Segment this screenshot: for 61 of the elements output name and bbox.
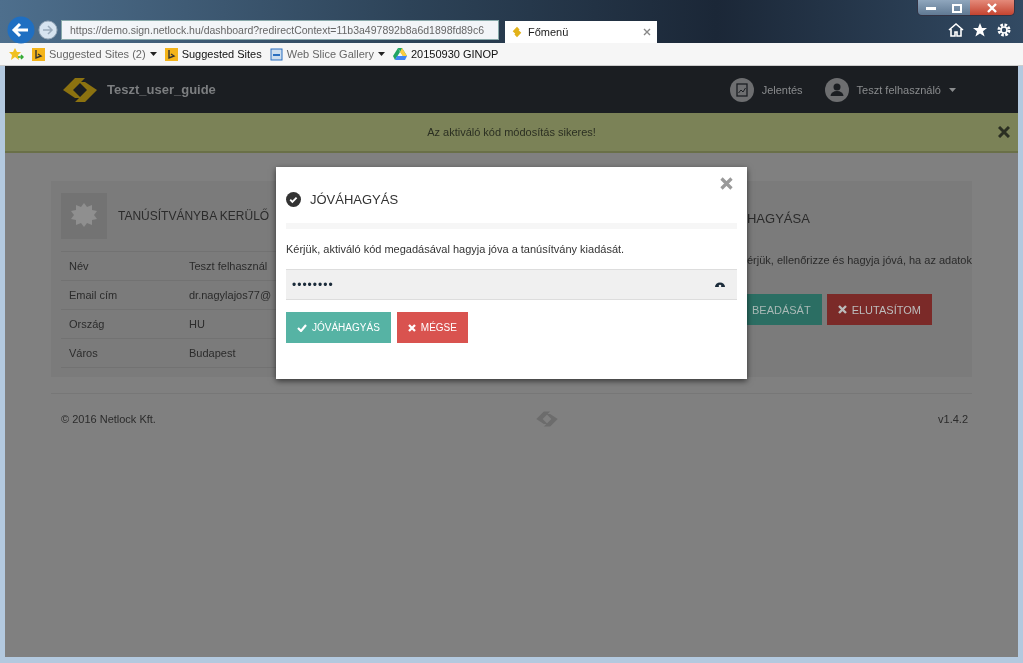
close-icon xyxy=(837,305,847,314)
close-icon xyxy=(407,323,416,332)
back-button[interactable] xyxy=(7,15,35,44)
dialog-button[interactable]: MÉGSE xyxy=(396,312,468,343)
card-title: TANÚSÍTVÁNYBA KERÜLŐ xyxy=(118,209,270,223)
minimize-button[interactable] xyxy=(918,0,944,15)
close-button[interactable] xyxy=(970,0,1014,15)
brand-name[interactable]: Teszt_user_guide xyxy=(107,82,216,97)
bing-icon xyxy=(32,47,45,61)
close-icon[interactable] xyxy=(998,126,1010,138)
chart-icon xyxy=(729,77,754,102)
field-label: Ország xyxy=(69,318,106,330)
minimize-icon xyxy=(926,6,936,10)
favorites-item[interactable]: Suggested Sites (2) xyxy=(32,47,157,61)
check-icon xyxy=(297,323,307,332)
check-circle-icon xyxy=(286,192,301,207)
browser-tab[interactable]: Főmenü xyxy=(505,21,657,43)
seal-icon xyxy=(61,193,107,239)
settings-icon[interactable] xyxy=(996,21,1012,38)
field-label: Név xyxy=(69,260,90,272)
alert-message: Az aktiváló kód módosítás sikeres! xyxy=(427,126,596,138)
user-menu[interactable]: Teszt felhasználó xyxy=(824,77,956,102)
home-icon[interactable] xyxy=(948,21,964,38)
action-button[interactable]: ELUTASÍTOM xyxy=(826,294,932,325)
address-bar[interactable]: https://demo.sign.netlock.hu/dashboard?redirectContext=11b3a497892b8a6d1898fd89c6 xyxy=(61,19,499,40)
action-button[interactable]: BEADÁSÁT xyxy=(746,294,822,325)
favorites-item[interactable]: Web Slice Gallery xyxy=(269,47,385,61)
favorites-star-icon[interactable] xyxy=(8,47,24,61)
favorites-item[interactable]: 20150930 GINOP xyxy=(392,48,499,60)
maximize-icon xyxy=(952,3,962,13)
card-title: HAGYÁSA xyxy=(746,211,810,228)
field-value: HU xyxy=(189,318,205,330)
field-label: Város xyxy=(69,347,99,359)
caret-icon xyxy=(149,52,157,56)
instruction-text: érjük, ellenőrizze és hagyja jóvá, ha az adatok xyxy=(746,254,972,266)
field-value: dr.nagylajos77@ xyxy=(189,289,272,301)
version-text: v1.4.2 xyxy=(938,413,968,425)
field-value: Budapest xyxy=(189,347,236,359)
dialog-message: Kérjük, aktiváló kód megadásával hagyja jóva a tanúsítvány kiadását. xyxy=(286,243,626,255)
star-icon[interactable] xyxy=(972,21,988,38)
copyright-text: © 2016 Netlock Kft. xyxy=(61,413,156,425)
favorites-item[interactable]: Suggested Sites xyxy=(164,47,262,61)
report-link[interactable]: Jelentés xyxy=(729,77,803,102)
close-icon[interactable] xyxy=(643,28,651,36)
eye-icon[interactable] xyxy=(715,282,725,288)
drive-icon xyxy=(392,48,407,60)
caret-icon xyxy=(949,87,956,92)
password-field[interactable]: •••••••• xyxy=(286,269,737,300)
web-slice-icon xyxy=(269,47,283,61)
bing-icon xyxy=(164,47,178,61)
close-icon[interactable] xyxy=(720,176,733,190)
close-icon xyxy=(987,3,997,13)
user-icon xyxy=(824,77,849,102)
forward-button[interactable] xyxy=(38,19,58,40)
maximize-button[interactable] xyxy=(944,0,970,15)
field-label: Email cím xyxy=(69,289,119,301)
field-value: Teszt felhasznál xyxy=(189,260,268,272)
logo-icon[interactable] xyxy=(61,76,99,103)
caret-icon xyxy=(377,52,385,56)
dialog-title: JÓVÁHAGYÁS xyxy=(310,192,399,207)
site-icon xyxy=(511,26,523,38)
